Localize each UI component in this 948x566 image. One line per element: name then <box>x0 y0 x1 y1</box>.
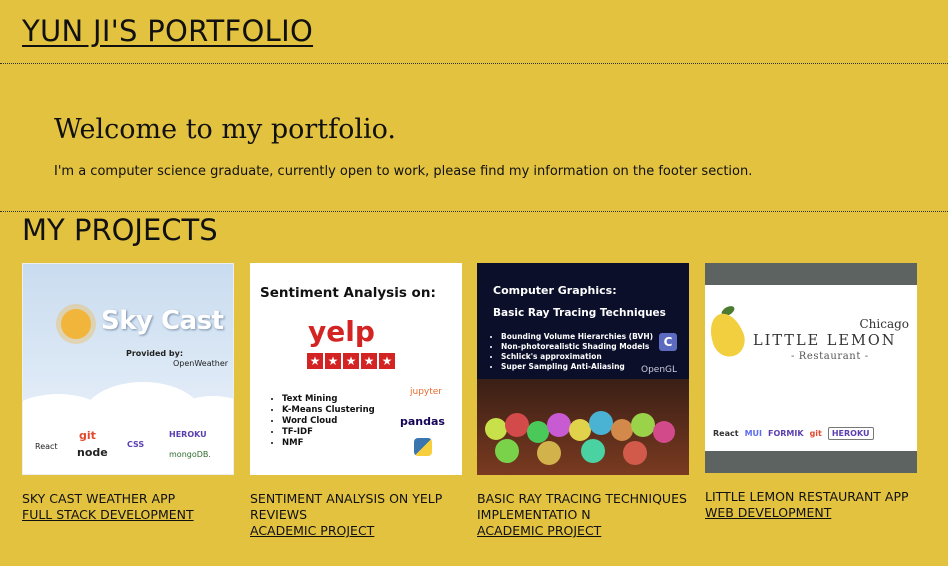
c-language-logo: C <box>659 333 677 351</box>
star-icon: ★ <box>325 353 341 369</box>
sphere-shape <box>495 439 519 463</box>
sentiment-method-list: Text Mining K-Means Clustering Word Clou… <box>272 394 375 449</box>
ll-subtitle: - Restaurant - <box>791 351 869 362</box>
heroku-logo: HEROKU <box>169 430 207 439</box>
projects-title: MY PROJECTS <box>22 213 218 247</box>
ray-thumb-title: Computer Graphics: <box>493 284 617 297</box>
git-logo: git <box>809 429 822 438</box>
sphere-shape <box>505 413 529 437</box>
provided-by-text: Provided by: <box>126 349 184 358</box>
project-category-link[interactable]: WEB DEVELOPMENT <box>705 505 917 521</box>
ray-technique-list: Bounding Volume Hierarchies (BVH) Non-ph… <box>491 332 653 372</box>
project-thumbnail-skycast[interactable]: Sky Cast Provided by: OpenWeather React … <box>22 263 234 475</box>
site-title-link[interactable]: YUN JI'S PORTFOLIO <box>22 14 313 48</box>
list-item: Word Cloud <box>282 416 375 427</box>
sphere-shape <box>611 419 633 441</box>
project-thumbnail-sentiment[interactable]: Sentiment Analysis on: yelp ★ ★ ★ ★ ★ Te… <box>250 263 462 475</box>
hero-text: I'm a computer science graduate, current… <box>54 164 753 179</box>
python-icon <box>414 438 432 456</box>
project-card-littlelemon[interactable]: Chicago LITTLE LEMON - Restaurant - Reac… <box>705 263 917 521</box>
skycast-logo-text: Sky Cast <box>101 306 224 336</box>
ll-city-text: Chicago <box>859 317 909 331</box>
sphere-shape <box>631 413 655 437</box>
project-card-raytracing[interactable]: Computer Graphics: Basic Ray Tracing Tec… <box>477 263 689 539</box>
list-item: Schlick's approximation <box>501 352 653 362</box>
ray-thumb-subtitle: Basic Ray Tracing Techniques <box>493 307 666 319</box>
sun-icon <box>61 309 91 339</box>
list-item: NMF <box>282 438 375 449</box>
list-item: Super Sampling Anti-Aliasing <box>501 362 653 372</box>
thumb-panel: Chicago LITTLE LEMON - Restaurant - Reac… <box>705 285 917 451</box>
heroku-logo: HEROKU <box>827 427 874 440</box>
jupyter-logo: jupyter <box>410 387 443 397</box>
react-logo: React <box>713 429 739 438</box>
list-item: Bounding Volume Hierarchies (BVH) <box>501 332 653 342</box>
ll-logo-text: LITTLE LEMON <box>753 333 897 349</box>
sphere-shape <box>547 413 571 437</box>
hero-section: Welcome to my portfolio. I'm a computer … <box>0 64 948 212</box>
react-logo: React <box>35 442 58 451</box>
project-category-link[interactable]: ACADEMIC PROJECT <box>250 523 462 539</box>
sphere-shape <box>527 421 549 443</box>
project-name: LITTLE LEMON RESTAURANT APP <box>705 489 909 504</box>
lemon-icon <box>705 308 750 362</box>
project-category-link[interactable]: FULL STACK DEVELOPMENT <box>22 507 234 523</box>
star-icon: ★ <box>343 353 359 369</box>
list-item: Non-photorealistic Shading Models <box>501 342 653 352</box>
sphere-shape <box>569 419 591 441</box>
star-rating: ★ ★ ★ ★ ★ <box>307 353 395 369</box>
list-item: K-Means Clustering <box>282 405 375 416</box>
mongodb-logo: mongoDB. <box>169 450 211 459</box>
yelp-logo: yelp <box>308 315 375 348</box>
sphere-shape <box>589 411 613 435</box>
star-icon: ★ <box>307 353 323 369</box>
mui-logo: MUI <box>744 429 762 438</box>
opengl-logo: OpenGL <box>641 365 678 375</box>
project-thumbnail-littlelemon[interactable]: Chicago LITTLE LEMON - Restaurant - Reac… <box>705 263 917 473</box>
node-logo: node <box>77 446 108 459</box>
sphere-shape <box>581 439 605 463</box>
pandas-logo: pandas <box>400 415 445 428</box>
tech-logo-row: React MUI FORMIK git HEROKU <box>713 427 874 440</box>
sphere-shape <box>623 441 647 465</box>
list-item: Text Mining <box>282 394 375 405</box>
list-item: TF-IDF <box>282 427 375 438</box>
star-icon: ★ <box>379 353 395 369</box>
site-header: YUN JI'S PORTFOLIO <box>0 0 948 64</box>
sphere-shape <box>485 418 507 440</box>
project-thumbnail-raytracing[interactable]: Computer Graphics: Basic Ray Tracing Tec… <box>477 263 689 475</box>
project-card-skycast[interactable]: Sky Cast Provided by: OpenWeather React … <box>22 263 234 523</box>
openweather-logo: OpenWeather <box>173 359 229 368</box>
project-card-sentiment[interactable]: Sentiment Analysis on: yelp ★ ★ ★ ★ ★ Te… <box>250 263 462 539</box>
project-name: BASIC RAY TRACING TECHNIQUES IMPLEMENTAT… <box>477 491 687 522</box>
star-icon: ★ <box>361 353 377 369</box>
sphere-shape <box>653 421 675 443</box>
css-logo: CSS <box>127 440 145 449</box>
project-category-link[interactable]: ACADEMIC PROJECT <box>477 523 689 539</box>
project-name: SKY CAST WEATHER APP <box>22 491 176 506</box>
project-name: SENTIMENT ANALYSIS ON YELP REVIEWS <box>250 491 443 522</box>
formik-logo: FORMIK <box>768 429 804 438</box>
hero-heading: Welcome to my portfolio. <box>54 114 397 145</box>
sentiment-thumb-title: Sentiment Analysis on: <box>260 285 436 301</box>
sphere-shape <box>537 441 561 465</box>
git-logo: git <box>79 429 96 442</box>
